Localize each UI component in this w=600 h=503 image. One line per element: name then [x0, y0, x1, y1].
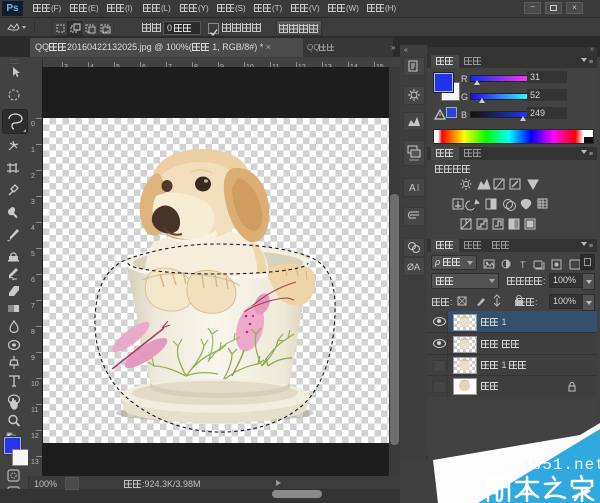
svg-text:8: 8 — [31, 329, 35, 336]
svg-text:1: 1 — [31, 147, 35, 154]
svg-text:T: T — [520, 260, 526, 270]
svg-text:3: 3 — [31, 199, 35, 206]
svg-text:7: 7 — [31, 303, 35, 310]
svg-text:11: 11 — [31, 407, 38, 414]
svg-text:5: 5 — [31, 251, 35, 258]
svg-text:12: 12 — [31, 433, 39, 440]
svg-text:6: 6 — [31, 277, 35, 284]
svg-text:ØA: ØA — [407, 262, 420, 272]
svg-text:2: 2 — [31, 173, 35, 180]
svg-text:0: 0 — [31, 121, 35, 128]
svg-text:A: A — [409, 183, 416, 194]
svg-text:4: 4 — [31, 225, 35, 232]
svg-text:10: 10 — [31, 381, 39, 388]
svg-text:9: 9 — [31, 355, 35, 362]
svg-text:13: 13 — [31, 459, 39, 466]
